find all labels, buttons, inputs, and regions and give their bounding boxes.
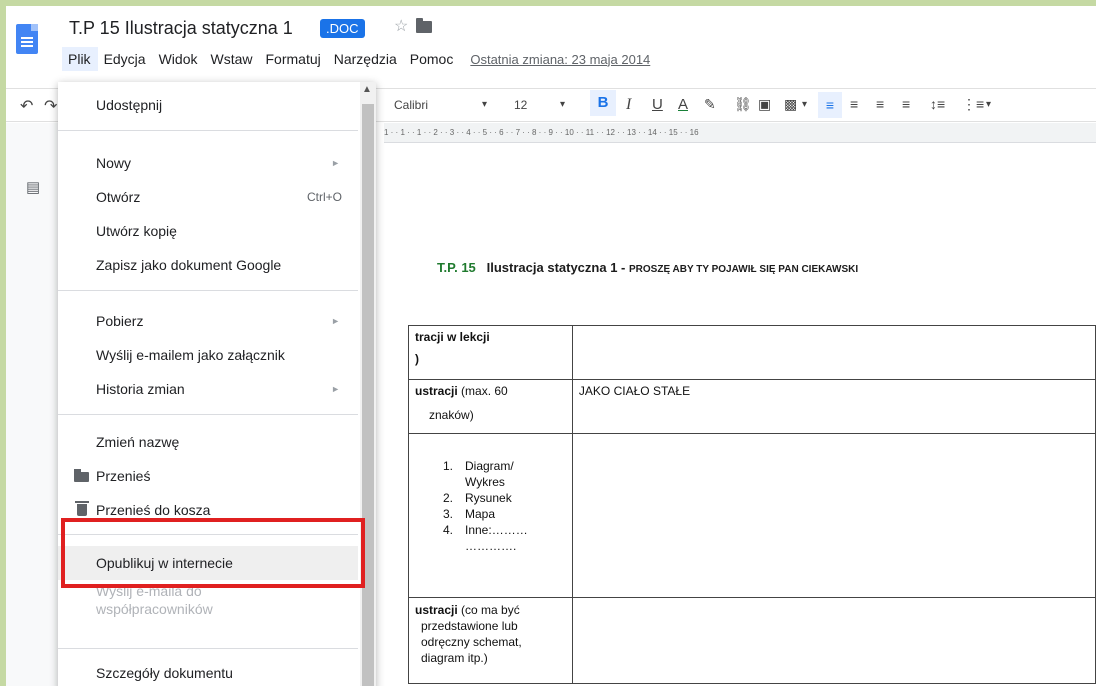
image-icon[interactable]: ▩ [784,96,797,113]
line-spacing-icon[interactable]: ↕≡ [930,96,945,112]
menu-item-share[interactable]: Udostępnij [58,88,358,122]
bold-button[interactable]: B [590,90,616,116]
align-justify-icon[interactable]: ≡ [902,96,910,112]
docs-logo-icon[interactable] [16,24,38,54]
table-cell[interactable]: JAKO CIAŁO STAŁE [571,379,1096,434]
underline-button[interactable]: U [652,96,663,113]
menu-file[interactable]: Plik [62,47,98,71]
chevron-down-icon[interactable]: ▾ [802,99,807,110]
heading-title: Ilustracja statyczna 1 - [486,260,626,275]
document-title[interactable]: T.P 15 Ilustracja statyczna 1 [69,18,293,39]
left-margin [6,123,66,686]
document-heading: T.P. 15 Ilustracja statyczna 1 - PROSZĘ … [437,260,858,275]
menu-item-new[interactable]: Nowy ► [58,146,358,180]
trash-icon [75,501,89,516]
file-type-badge: .DOC [320,19,365,38]
table-cell[interactable] [571,597,1096,684]
last-edit-link[interactable]: Ostatnia zmiana: 23 maja 2014 [470,52,650,67]
chevron-down-icon[interactable]: ▾ [986,99,991,110]
scroll-up-arrow-icon[interactable]: ▲ [362,84,372,95]
redo-icon[interactable]: ↷ [44,96,57,116]
text-color-button[interactable]: A [678,96,688,113]
menu-separator [58,414,358,415]
list-item: 4. Inne:……… [443,523,528,537]
submenu-arrow-icon: ► [331,158,340,168]
align-center-icon[interactable]: ≡ [850,96,858,112]
list-item: 1. Diagram/ [443,459,514,473]
menu-separator [58,290,358,291]
submenu-arrow-icon: ► [331,316,340,326]
type-list: 1. Diagram/ Wykres 2. Rysunek 3. Mapa 4. Inn… [415,458,566,554]
heading-tp: T.P. 15 [437,260,476,275]
align-right-icon[interactable]: ≡ [876,96,884,112]
menu-separator [58,648,358,649]
chevron-down-icon[interactable]: ▾ [482,99,487,110]
menu-scrollbar-thumb[interactable] [362,104,374,686]
list-item: 2. Rysunek [443,491,512,505]
menu-tools[interactable]: Narzędzia [328,47,404,71]
ruler[interactable]: 1 · · 1 · · 1 · · 2 · · 3 · · 4 · · 5 · … [384,123,1096,143]
menu-item-move[interactable]: Przenieś [58,459,358,493]
shortcut-label: Ctrl+O [306,190,342,204]
italic-button[interactable]: I [626,96,631,114]
list-item: Wykres [465,475,505,489]
align-left-icon[interactable]: ≡ [818,92,842,118]
file-menu-dropdown: Udostępnij Nowy ► Otwórz Ctrl+O Utwórz kop… [58,82,376,686]
font-size-select[interactable]: 12 [514,98,527,112]
menu-separator [58,130,358,131]
chevron-down-icon[interactable]: ▾ [560,99,565,110]
highlight-annotation-box [61,518,365,588]
table-cell[interactable]: ustracji (max. 60 znaków) [408,379,573,434]
menu-item-document-details[interactable]: Szczegóły dokumentu [58,656,358,686]
list-item: …………. [465,539,517,553]
highlight-icon[interactable]: ✎ [704,96,716,113]
menu-item-make-copy[interactable]: Utwórz kopię [58,214,358,248]
heading-subtitle: PROSZĘ ABY TY POJAWIŁ SIĘ PAN CIEKAWSKI [629,264,859,275]
menu-insert[interactable]: Wstaw [205,47,260,71]
list-item: 3. Mapa [443,507,496,521]
document-table: tracji w lekcji ) ustracji (max. 60 znak… [408,325,1096,684]
menu-help[interactable]: Pomoc [404,47,461,71]
folder-icon[interactable] [416,18,432,33]
undo-icon[interactable]: ↶ [20,96,33,116]
menu-format[interactable]: Formatuj [260,47,328,71]
menu-item-save-as-google-doc[interactable]: Zapisz jako dokument Google [58,248,358,282]
table-cell[interactable]: 1. Diagram/ Wykres 2. Rysunek 3. Mapa 4. Inn… [408,433,573,598]
table-cell[interactable]: tracji w lekcji ) [408,325,573,380]
table-cell[interactable] [571,433,1096,598]
menu-item-version-history[interactable]: Historia zmian ► [58,372,358,406]
font-select[interactable]: Calibri [394,98,428,112]
menu-item-download[interactable]: Pobierz ► [58,304,358,338]
menu-edit[interactable]: Edycja [98,47,153,71]
menu-view[interactable]: Widok [153,47,205,71]
table-cell[interactable] [571,325,1096,380]
comment-icon[interactable]: ▣ [758,96,771,113]
menu-item-email-attachment[interactable]: Wyślij e-mailem jako załącznik [58,338,358,372]
star-icon[interactable]: ☆ [394,16,408,36]
submenu-arrow-icon: ► [331,384,340,394]
table-cell[interactable]: ustracji (co ma być przedstawione lub od… [408,597,573,684]
menu-item-open[interactable]: Otwórz Ctrl+O [58,180,358,214]
docs-window: T.P 15 Ilustracja statyczna 1 .DOC ☆ Pli… [6,6,1096,686]
folder-icon [74,469,89,482]
outline-icon[interactable]: ▤ [26,178,40,196]
menubar: Plik Edycja Widok Wstaw Formatuj Narzędz… [62,46,650,72]
cell-value: JAKO CIAŁO STAŁE [578,384,691,398]
menu-item-rename[interactable]: Zmień nazwę [58,425,358,459]
link-icon[interactable]: ⛓ [734,96,752,113]
numbered-list-icon[interactable]: ⋮≡ [962,96,984,113]
